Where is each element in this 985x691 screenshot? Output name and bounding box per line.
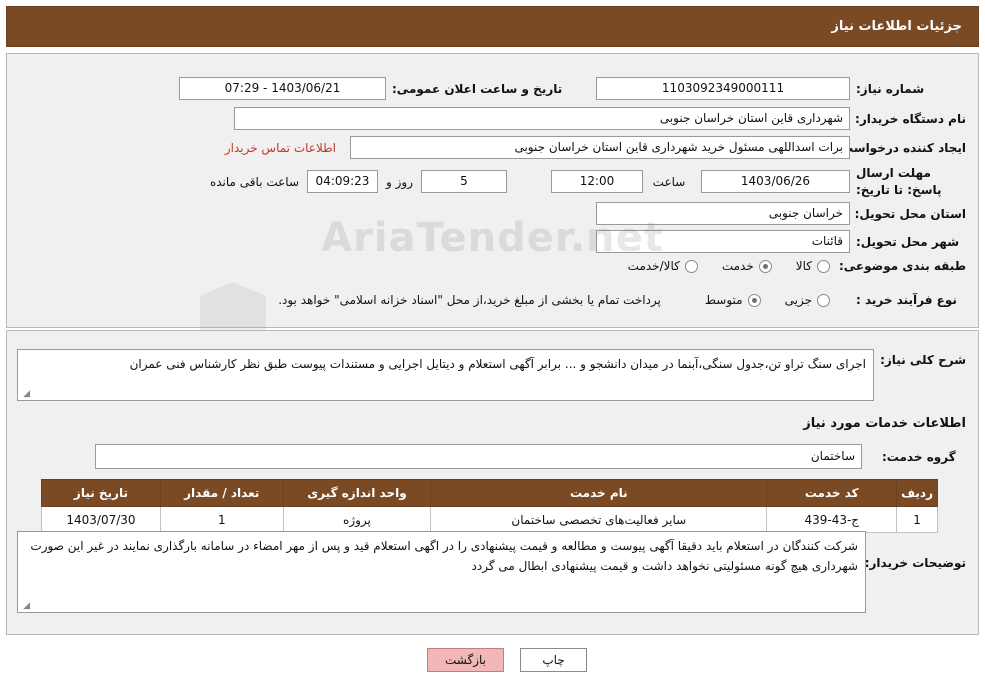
category-option-khedmat-label: خدمت [721,259,754,273]
category-label: طبقه بندی موضوعی: [838,259,966,273]
description-label: شرح کلی نیاز: [880,353,966,367]
city-label: شهر محل تحویل: [856,234,960,249]
resize-grip-icon[interactable]: ◢ [20,389,30,399]
process-option-motevaset-label: متوسط [704,293,743,307]
process-option-motevaset[interactable]: متوسط [705,293,761,307]
process-label: نوع فرآیند خرید : [856,293,957,307]
deadline-date-value: 1403/06/26 [701,170,850,194]
buyer-contact-link[interactable]: اطلاعات تماس خریدار [225,141,336,155]
buyer-notes-value[interactable]: شرکت کنندگان در استعلام باید دقیقا آگهی … [17,531,866,613]
page-root: جزئیات اطلاعات نیاز شماره نیاز: 11030923… [0,0,985,691]
category-option-kala-label: کالا [795,259,812,273]
province-value: خراسان جنوبی [596,202,850,225]
description-row: شرح کلی نیاز: [880,353,966,367]
category-row: طبقه بندی موضوعی: کالا خدمت کالا/خدمت [610,259,966,273]
remaining-label: ساعت باقی مانده [209,174,299,189]
col-code: کد خدمت [766,479,898,507]
province-label: استان محل تحویل: [854,206,966,221]
city-row: شهر محل تحویل: قائنات [596,230,966,253]
radio-icon[interactable] [758,259,772,273]
table-row: 1 ج-43-439 سایر فعالیت‌های تخصصی ساختمان… [41,506,938,533]
description-text: اجرای سنگ تراو تن،جدول سنگی،آبنما در مید… [129,357,866,371]
col-unit: واحد اندازه گیری [282,479,432,507]
need-number-label: شماره نیاز: [856,81,925,96]
buyer-notes-text: شرکت کنندگان در استعلام باید دقیقا آگهی … [30,539,858,574]
category-option-khedmat[interactable]: خدمت [722,259,772,273]
col-date: تاریخ نیاز [41,479,161,507]
cell-name: سایر فعالیت‌های تخصصی ساختمان [430,506,768,533]
cell-quantity: 1 [159,506,284,533]
back-button[interactable]: بازگشت [427,648,504,672]
category-option-kala[interactable]: کالا [796,259,830,273]
deadline-row: مهلت ارسال پاسخ: تا تاریخ: 1403/06/26 سا… [210,165,966,199]
deadline-time-value: 12:00 [551,170,643,194]
requester-label: ایجاد کننده درخواست: [836,140,966,155]
radio-icon[interactable] [817,259,830,273]
buyer-org-row: نام دستگاه خریدار: شهرداری قاین استان خر… [234,107,966,130]
announce-datetime-row: تاریخ و ساعت اعلان عمومی: 1403/06/21 - 0… [179,77,578,100]
buyer-notes-row: توضیحات خریدار: [864,556,966,570]
need-info-panel: شماره نیاز: 1103092349000111 تاریخ و ساع… [6,53,979,360]
city-value: قائنات [596,230,850,253]
category-option-kala-khedmat[interactable]: کالا/خدمت [628,259,698,273]
remaining-time-value: 04:09:23 [307,170,378,194]
col-index: ردیف [896,479,938,507]
cell-code: ج-43-439 [766,506,898,533]
process-option-jozii[interactable]: جزیی [785,293,830,307]
service-group-label: گروه خدمت: [882,449,956,464]
print-button[interactable]: چاپ [520,648,587,672]
process-note: پرداخت تمام یا بخشی از مبلغ خرید،از محل … [278,293,661,307]
page-header: جزئیات اطلاعات نیاز [6,6,979,47]
process-row: نوع فرآیند خرید : جزیی متوسط پرداخت تمام… [278,293,966,307]
resize-grip-icon[interactable]: ◢ [20,601,30,611]
remaining-days-value: 5 [421,170,507,194]
buyer-notes-label: توضیحات خریدار: [864,556,966,570]
deadline-label: مهلت ارسال پاسخ: تا تاریخ: [856,166,942,197]
cell-date: 1403/07/30 [41,506,161,533]
service-group-value: ساختمان [95,444,862,469]
page-title: جزئیات اطلاعات نیاز [831,19,962,34]
radio-icon[interactable] [684,259,698,273]
category-option-kala-khedmat-label: کالا/خدمت [627,259,680,273]
radio-icon[interactable] [817,293,830,307]
buyer-org-value: شهرداری قاین استان خراسان جنوبی [234,107,850,130]
col-name: نام خدمت [430,479,768,507]
details-panel: شرح کلی نیاز: اجرای سنگ تراو تن،جدول سنگ… [6,330,979,635]
cell-index: 1 [896,506,938,533]
requester-row: ایجاد کننده درخواست: برات اسداللهی مسئول… [225,136,966,159]
services-section-title: اطلاعات خدمات مورد نیاز [803,416,966,431]
process-option-jozii-label: جزیی [784,293,812,307]
cell-unit: پروژه [282,506,432,533]
need-number-value: 1103092349000111 [596,77,850,100]
days-label: روز و [386,174,413,189]
buyer-org-label: نام دستگاه خریدار: [855,111,966,126]
col-quantity: تعداد / مقدار [159,479,284,507]
requester-value: برات اسداللهی مسئول خرید شهرداری قاین اس… [350,136,850,159]
announce-datetime-value: 1403/06/21 - 07:29 [179,77,386,100]
description-value[interactable]: اجرای سنگ تراو تن،جدول سنگی،آبنما در مید… [17,349,874,401]
radio-icon[interactable] [747,293,761,307]
services-table-header-row: ردیف کد خدمت نام خدمت واحد اندازه گیری ت… [41,479,938,507]
need-number-row: شماره نیاز: 1103092349000111 [596,77,966,100]
services-table: ردیف کد خدمت نام خدمت واحد اندازه گیری ت… [41,479,938,533]
hour-label: ساعت [652,174,686,189]
announce-datetime-label: تاریخ و ساعت اعلان عمومی: [392,81,563,96]
province-row: استان محل تحویل: خراسان جنوبی [596,202,966,225]
service-group-row: گروه خدمت: ساختمان [95,444,966,469]
